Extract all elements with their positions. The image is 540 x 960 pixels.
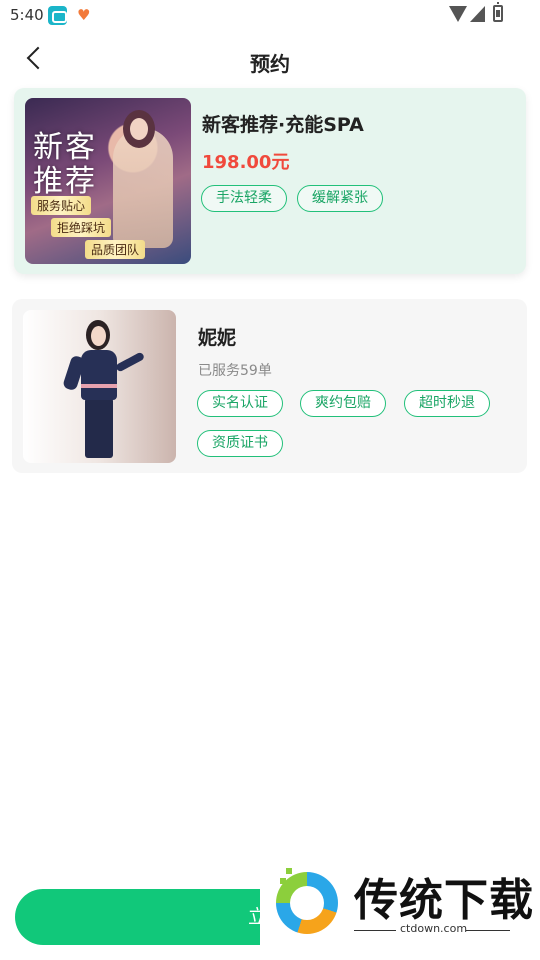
therapist-card[interactable]: 妮妮 已服务59单 实名认证 爽约包赔 超时秒退 资质证书 — [12, 299, 527, 473]
header: 预约 — [0, 36, 540, 86]
service-tag: 缓解紧张 — [297, 185, 383, 212]
photo-arm — [114, 351, 146, 373]
therapist-tag: 实名认证 — [197, 390, 283, 417]
watermark: 传统下载 ctdown.com — [260, 858, 540, 960]
service-tag: 手法轻柔 — [201, 185, 287, 212]
app-notification-icon — [48, 6, 67, 25]
thumbnail-badge: 拒绝踩坑 — [51, 218, 112, 237]
logo-dot — [294, 876, 300, 882]
heart-notification-icon: ♥ — [77, 6, 91, 24]
status-bar: 5:40 ♥ — [0, 0, 540, 32]
photo-belt — [81, 384, 117, 388]
wifi-icon — [449, 6, 467, 22]
photo-face — [91, 326, 106, 346]
therapist-tag: 超时秒退 — [404, 390, 490, 417]
page-title: 预约 — [250, 52, 290, 76]
watermark-logo-icon — [272, 868, 342, 934]
booking-page: 5:40 ♥ 预约 新客 推荐 服务贴心 拒绝踩坑 品质团队 新客推荐·充能SP… — [0, 0, 540, 960]
therapist-photo — [23, 310, 176, 463]
service-price: 198.00元 — [202, 152, 290, 173]
service-name: 新客推荐·充能SPA — [202, 114, 364, 136]
logo-dot — [286, 868, 292, 874]
photo-body — [81, 350, 117, 400]
therapist-name: 妮妮 — [198, 327, 237, 349]
signal-icon — [470, 6, 485, 22]
service-card[interactable]: 新客 推荐 服务贴心 拒绝踩坑 品质团队 新客推荐·充能SPA 198.00元 … — [14, 88, 526, 274]
logo-dot — [280, 878, 286, 884]
watermark-url: ctdown.com — [400, 922, 468, 935]
therapist-served-count: 已服务59单 — [198, 363, 272, 379]
therapist-tag: 资质证书 — [197, 430, 283, 457]
battery-icon — [493, 2, 503, 22]
photo-legs — [85, 398, 113, 458]
thumbnail-badge: 品质团队 — [85, 240, 146, 259]
watermark-brand: 传统下载 — [354, 875, 534, 926]
watermark-rule — [466, 930, 510, 931]
status-time: 5:40 — [10, 6, 44, 24]
thumbnail-model-head — [123, 110, 155, 148]
therapist-tag: 爽约包赔 — [300, 390, 386, 417]
service-thumbnail: 新客 推荐 服务贴心 拒绝踩坑 品质团队 — [25, 98, 191, 264]
watermark-rule — [354, 930, 396, 931]
thumbnail-headline-2: 推荐 — [33, 164, 97, 199]
thumbnail-badge: 服务贴心 — [31, 196, 92, 215]
